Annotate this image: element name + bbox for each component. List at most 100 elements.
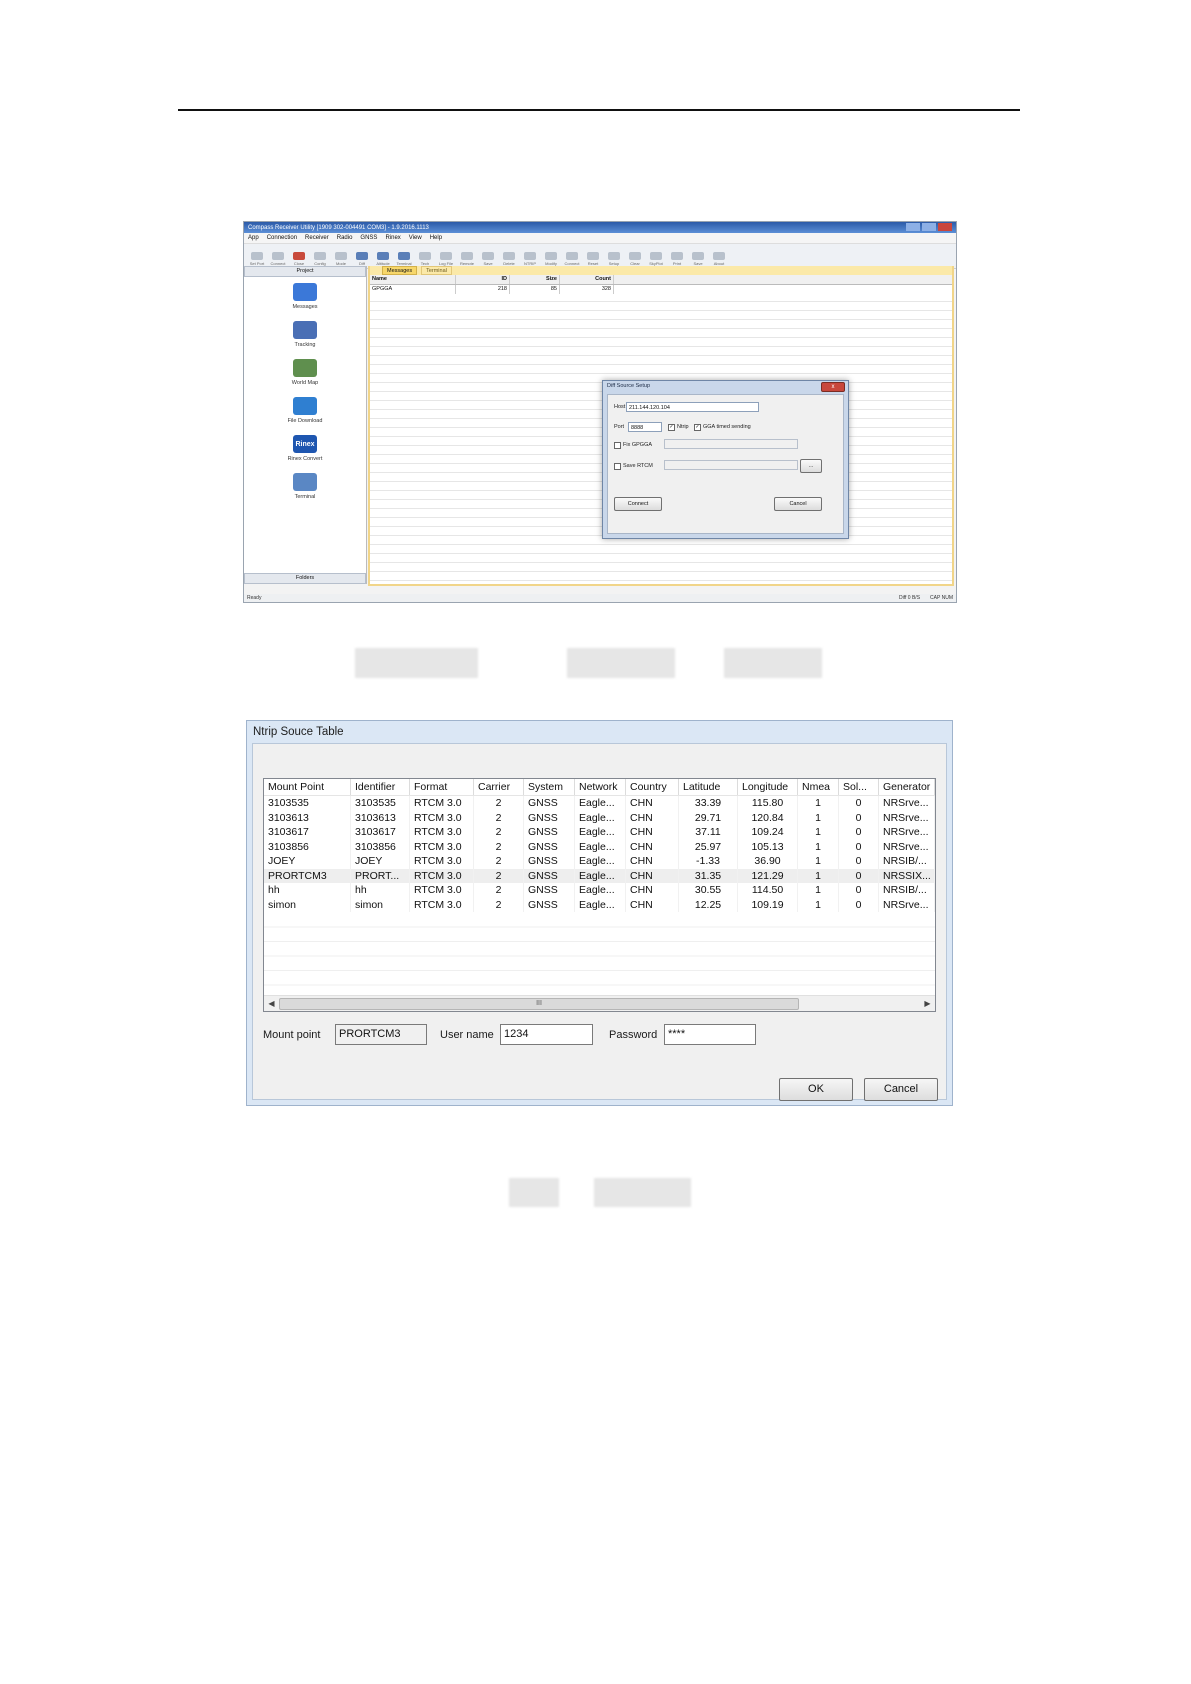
column-header[interactable]: Identifier — [351, 779, 410, 795]
toolbar-button[interactable]: SkyPlot — [647, 248, 665, 266]
remote-icon — [461, 252, 473, 260]
cancel-button[interactable]: Cancel — [864, 1078, 938, 1101]
toolbar-button[interactable]: Tech — [416, 248, 434, 266]
menu-item-rinex[interactable]: Rinex — [385, 235, 400, 241]
dialog-close-button[interactable]: x — [821, 382, 845, 392]
gga-timed-checkbox[interactable]: ✓ — [694, 424, 701, 431]
folders-pane-header[interactable]: Folders — [244, 573, 366, 584]
password-input[interactable]: **** — [664, 1024, 756, 1045]
host-input[interactable]: 211.144.120.104 — [626, 402, 759, 412]
scroll-right-icon[interactable]: ▶ — [922, 998, 933, 1009]
column-header[interactable]: Carrier — [474, 779, 524, 795]
table-row[interactable]: GPGGA 218 85 328 — [370, 285, 952, 294]
toolbar-button[interactable]: Save — [689, 248, 707, 266]
toolbar-button[interactable]: Reset — [584, 248, 602, 266]
toolbar-button[interactable]: Mode — [332, 248, 350, 266]
close-button[interactable] — [938, 223, 952, 231]
toolbar-button[interactable]: Altitude — [374, 248, 392, 266]
column-header[interactable]: Country — [626, 779, 679, 795]
column-header[interactable]: Latitude — [679, 779, 738, 795]
browse-button[interactable]: ... — [800, 459, 822, 473]
username-input[interactable]: 1234 — [500, 1024, 593, 1045]
cancel-button[interactable]: Cancel — [774, 497, 822, 511]
column-header[interactable]: Generator — [879, 779, 935, 795]
table-cell: 109.24 — [738, 825, 798, 840]
table-row[interactable]: hh hh RTCM 3.0 2 GNSS Eagle... CHN 30.55 114.50 1… — [264, 883, 935, 898]
table-row[interactable]: PRORTCM3 PRORT... RTCM 3.0 2 GNSS Eagle... CHN… — [264, 868, 935, 883]
scroll-left-icon[interactable]: ◀ — [266, 998, 277, 1009]
toolbar-button[interactable]: About — [710, 248, 728, 266]
table-cell: 0 — [839, 883, 879, 898]
column-header-id[interactable]: ID — [456, 275, 510, 284]
toolbar-button[interactable]: Connect — [563, 248, 581, 266]
mount-point-field[interactable]: PRORTCM3 — [335, 1024, 427, 1045]
toolbar-button[interactable]: Save — [479, 248, 497, 266]
table-cell: 3103856 — [264, 839, 351, 854]
maximize-button[interactable] — [922, 223, 936, 231]
menu-item-receiver[interactable]: Receiver — [305, 235, 329, 241]
toolbar-button[interactable]: Close — [290, 248, 308, 266]
table-cell: simon — [351, 897, 410, 912]
minimize-button[interactable] — [906, 223, 920, 231]
nav-item-world-map[interactable]: World Map — [244, 359, 366, 391]
table-cell: 3103535 — [264, 796, 351, 811]
menu-item-gnss[interactable]: GNSS — [360, 235, 377, 241]
table-row[interactable]: 3103856 3103856 RTCM 3.0 2 GNSS Eagle... CHN 25… — [264, 839, 935, 854]
tab-terminal[interactable]: Terminal — [421, 266, 452, 275]
column-header[interactable]: Network — [575, 779, 626, 795]
nav-item-tracking[interactable]: Tracking — [244, 321, 366, 353]
column-header[interactable]: Longitude — [738, 779, 798, 795]
toolbar-button[interactable]: Modify — [542, 248, 560, 266]
save-rtcm-checkbox[interactable] — [614, 463, 621, 470]
port-input[interactable]: 8888 — [628, 422, 662, 432]
toolbar-button[interactable]: NTRIP — [521, 248, 539, 266]
column-header[interactable]: System — [524, 779, 575, 795]
toolbar-button[interactable]: Terminal — [395, 248, 413, 266]
connect-button[interactable]: Connect — [614, 497, 662, 511]
save-rtcm-path-input[interactable] — [664, 460, 798, 470]
table-row[interactable]: JOEY JOEY RTCM 3.0 2 GNSS Eagle... CHN -1.33 36.… — [264, 854, 935, 869]
table-row[interactable]: 3103617 3103617 RTCM 3.0 2 GNSS Eagle... CHN 37… — [264, 825, 935, 840]
toolbar-button[interactable]: Config — [311, 248, 329, 266]
ntrip-checkbox[interactable]: ✓ — [668, 424, 675, 431]
menu-item-radio[interactable]: Radio — [337, 235, 353, 241]
menu-item-connection[interactable]: Connection — [267, 235, 297, 241]
horizontal-scrollbar[interactable]: ◀ III ▶ — [264, 995, 935, 1011]
column-header[interactable]: Sol... — [839, 779, 879, 795]
nav-item-terminal[interactable]: Terminal — [244, 473, 366, 505]
tab-messages[interactable]: Messages — [382, 266, 418, 275]
table-row[interactable]: simon simon RTCM 3.0 2 GNSS Eagle... CHN 12.25 1… — [264, 897, 935, 912]
menu-item-app[interactable]: App — [248, 235, 259, 241]
toolbar-button[interactable]: Diff — [353, 248, 371, 266]
gga-timed-label: GGA timed sending — [703, 424, 751, 430]
toolbar-button[interactable]: Log File — [437, 248, 455, 266]
fix-gpgga-checkbox[interactable] — [614, 442, 621, 449]
nav-item-messages[interactable]: Messages — [244, 283, 366, 315]
save2-icon — [692, 252, 704, 260]
menu-item-view[interactable]: View — [409, 235, 422, 241]
table-row[interactable]: 3103535 3103535 RTCM 3.0 2 GNSS Eagle... CHN 33… — [264, 796, 935, 811]
column-header-name[interactable]: Name — [370, 275, 456, 284]
table-cell: Eagle... — [575, 796, 626, 811]
toolbar-button[interactable]: Delete — [500, 248, 518, 266]
fix-gpgga-input[interactable] — [664, 439, 798, 449]
ok-button[interactable]: OK — [779, 1078, 853, 1101]
column-header-size[interactable]: Size — [510, 275, 560, 284]
toolbar-button[interactable]: Connect — [269, 248, 287, 266]
nav-item-rinex-convert[interactable]: Rinex Rinex Convert — [244, 435, 366, 467]
toolbar-button[interactable]: Clear — [626, 248, 644, 266]
toolbar-button[interactable]: Setup — [605, 248, 623, 266]
table-cell: -1.33 — [679, 854, 738, 869]
column-header[interactable]: Mount Point — [264, 779, 351, 795]
menu-item-help[interactable]: Help — [430, 235, 442, 241]
scroll-thumb[interactable]: III — [279, 998, 799, 1010]
column-header[interactable]: Nmea — [798, 779, 839, 795]
toolbar-button[interactable]: Set Port — [248, 248, 266, 266]
table-row[interactable]: 3103613 3103613 RTCM 3.0 2 GNSS Eagle... CHN 29… — [264, 810, 935, 825]
column-header-count[interactable]: Count — [560, 275, 614, 284]
nav-item-file-download[interactable]: File Download — [244, 397, 366, 429]
disconnect-icon — [293, 252, 305, 260]
toolbar-button[interactable]: Print — [668, 248, 686, 266]
toolbar-button[interactable]: Remote — [458, 248, 476, 266]
column-header[interactable]: Format — [410, 779, 474, 795]
